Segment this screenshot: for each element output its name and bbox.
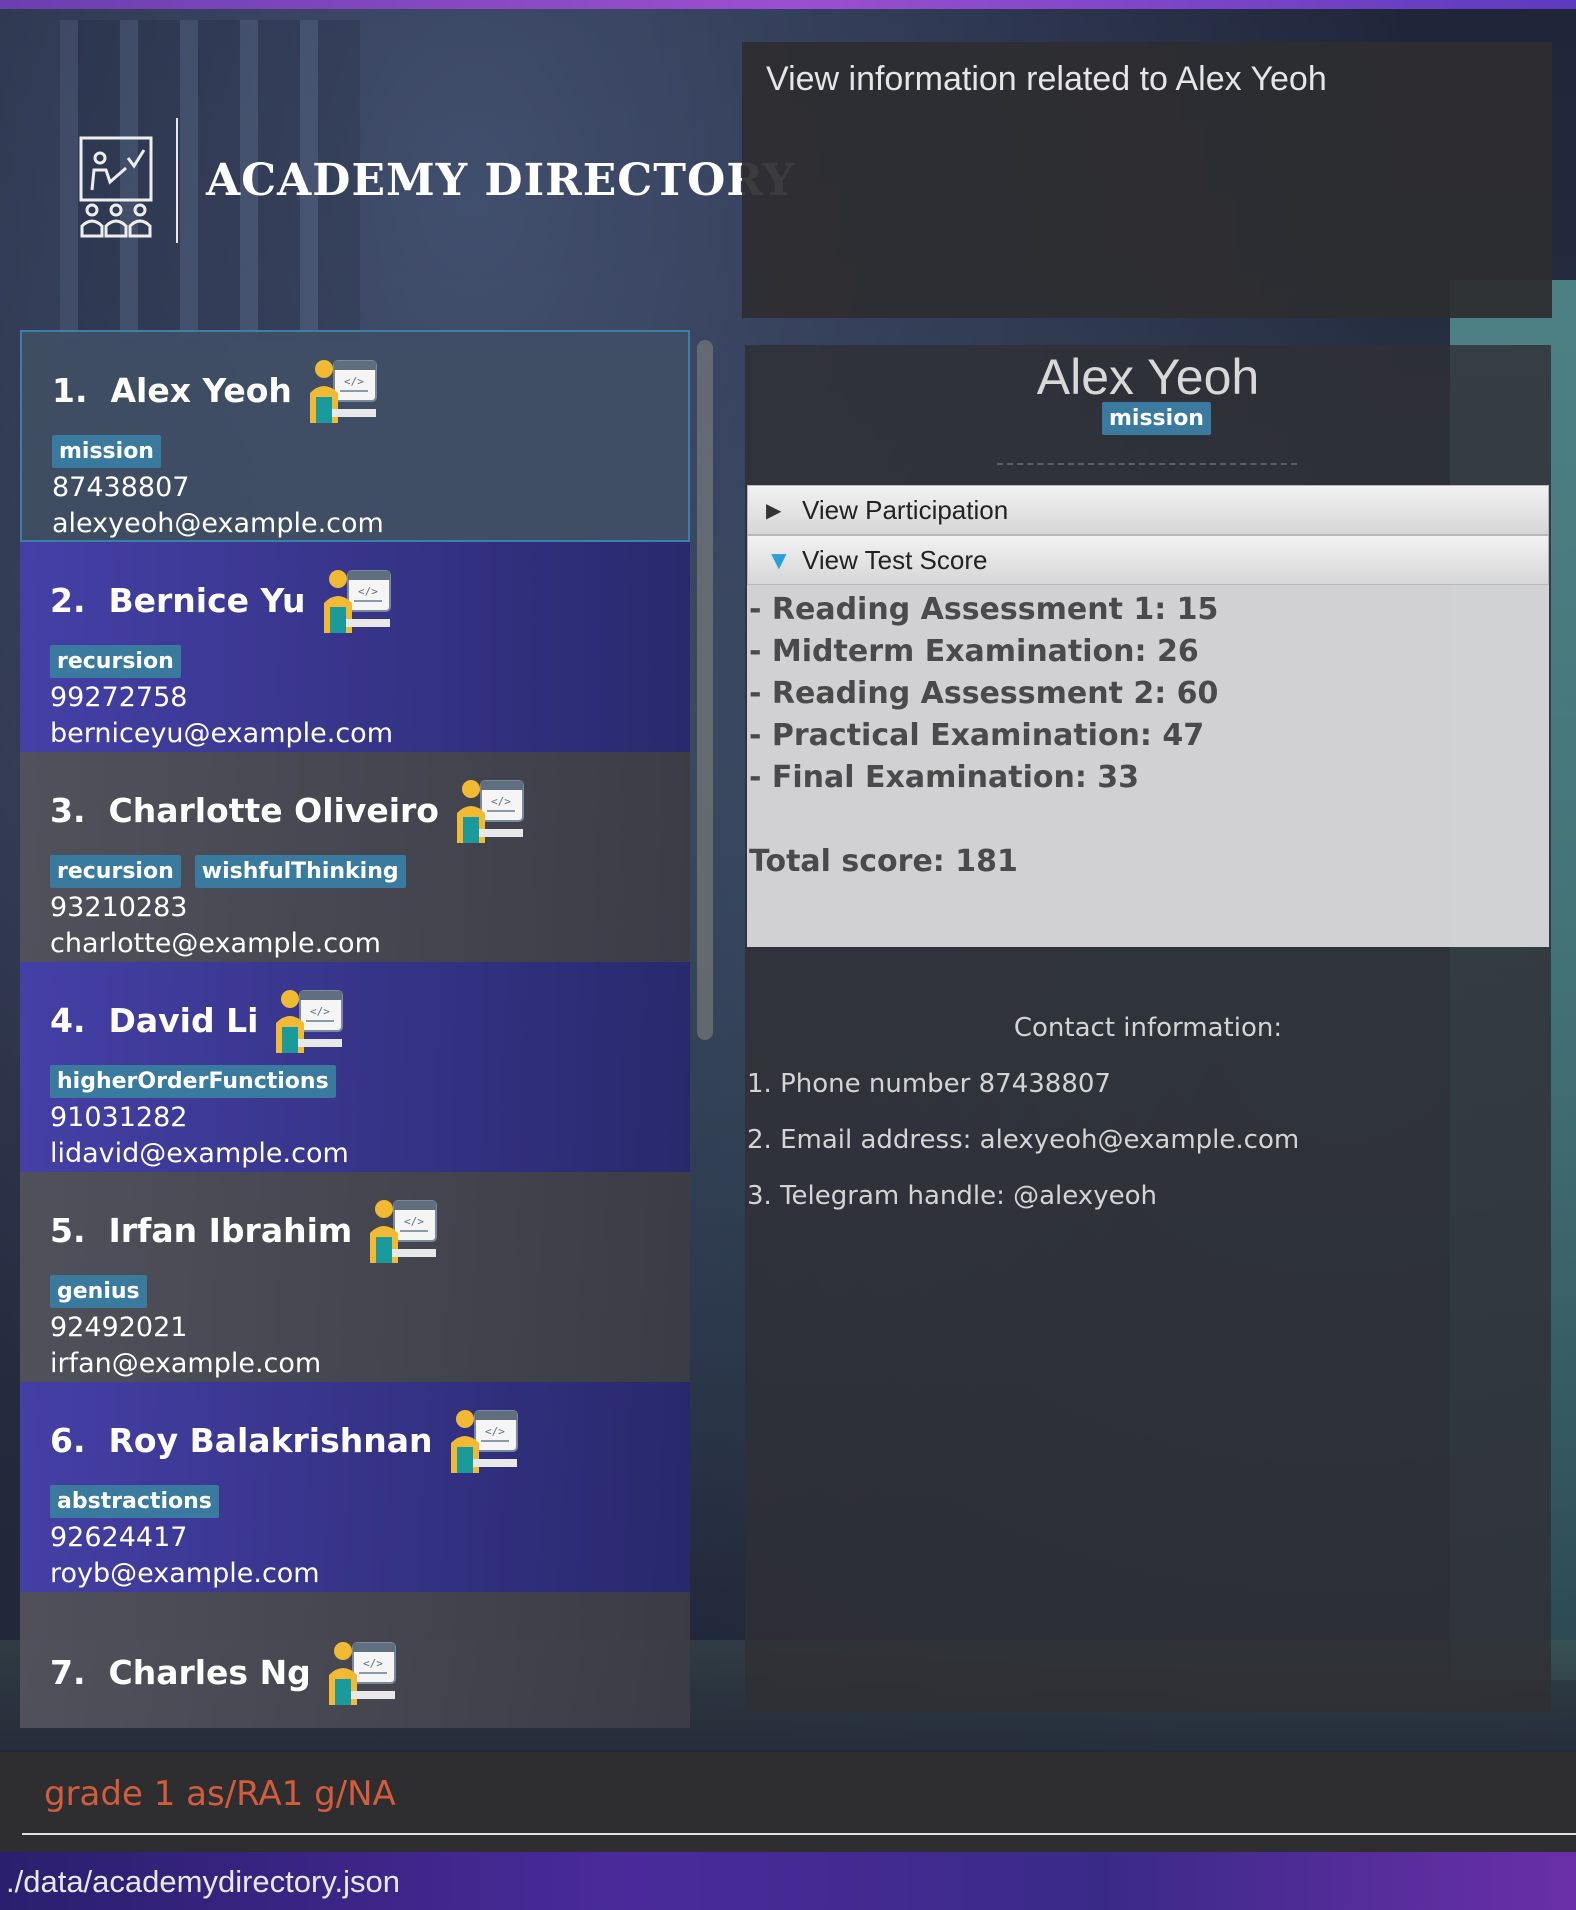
tag: recursion bbox=[50, 644, 181, 678]
view-test-score-label: View Test Score bbox=[802, 544, 988, 575]
window-top-accent bbox=[0, 0, 1576, 9]
person-name: 4. David Li bbox=[50, 1000, 259, 1040]
triangle-right-icon: ▶ bbox=[766, 499, 782, 522]
tag: wishfulThinking bbox=[194, 854, 406, 888]
detail-person-name: Alex Yeoh bbox=[1036, 349, 1260, 405]
tag: higherOrderFunctions bbox=[50, 1064, 336, 1098]
app-title: ACADEMY DIRECTORY bbox=[206, 155, 795, 206]
score-line: - Midterm Examination: 26 bbox=[749, 634, 1199, 669]
contact-phone: 1. Phone number 87438807 bbox=[747, 1069, 1111, 1099]
svg-text:</>: </> bbox=[404, 1215, 424, 1228]
person-phone: 93210283 bbox=[50, 892, 188, 923]
tag: mission bbox=[52, 434, 161, 468]
person-email: irfan@example.com bbox=[50, 1348, 322, 1379]
student-coder-icon: </> bbox=[306, 353, 380, 427]
person-card[interactable]: 5. Irfan Ibrahim </> genius 92492021 irf… bbox=[20, 1172, 690, 1382]
person-card[interactable]: 3. Charlotte Oliveiro </> recursion wishf… bbox=[20, 752, 690, 962]
teacher-logo-icon bbox=[78, 130, 156, 240]
person-name: 1. Alex Yeoh bbox=[52, 370, 292, 410]
score-line: - Reading Assessment 2: 60 bbox=[749, 676, 1219, 711]
score-line: - Practical Examination: 47 bbox=[749, 718, 1205, 753]
person-card[interactable]: 7. Charles Ng </> 90390421 bbox=[20, 1592, 690, 1728]
tag-list: mission bbox=[52, 432, 658, 470]
tag-list: abstractions bbox=[50, 1482, 660, 1520]
score-line: - Final Examination: 33 bbox=[749, 760, 1140, 795]
person-card[interactable]: 2. Bernice Yu </> recursion 99272758 ber… bbox=[20, 542, 690, 752]
student-coder-icon: </> bbox=[453, 773, 527, 847]
svg-text:</>: </> bbox=[310, 1005, 330, 1018]
person-phone: 91031282 bbox=[50, 1102, 188, 1133]
contact-title: Contact information: bbox=[1013, 1013, 1283, 1043]
detail-tag-list: mission bbox=[1102, 402, 1211, 435]
person-email: royb@example.com bbox=[50, 1558, 320, 1589]
person-phone: 99272758 bbox=[50, 682, 188, 713]
command-input[interactable] bbox=[22, 1755, 1576, 1835]
header-divider bbox=[176, 118, 178, 243]
person-name: 6. Roy Balakrishnan bbox=[50, 1420, 433, 1460]
student-coder-icon: </> bbox=[320, 563, 394, 637]
student-coder-icon: </> bbox=[366, 1193, 440, 1267]
person-phone: 92492021 bbox=[50, 1312, 188, 1343]
detail-accordion: ▶ View Participation ▼ View Test Score -… bbox=[747, 485, 1549, 947]
student-coder-icon: </> bbox=[325, 1635, 399, 1709]
tag: genius bbox=[50, 1274, 147, 1308]
person-card[interactable]: 4. David Li </> higherOrderFunctions 910… bbox=[20, 962, 690, 1172]
svg-text:</>: </> bbox=[358, 585, 378, 598]
person-phone: 90390421 bbox=[50, 1722, 660, 1728]
status-file-path: ./data/academydirectory.json bbox=[6, 1864, 401, 1899]
person-email: alexyeoh@example.com bbox=[52, 508, 384, 539]
svg-text:</>: </> bbox=[344, 375, 364, 388]
tag-list: recursion wishfulThinking bbox=[50, 852, 660, 890]
result-display[interactable]: View information related to Alex Yeoh bbox=[742, 42, 1552, 318]
person-email: lidavid@example.com bbox=[50, 1138, 349, 1169]
view-participation-toggle[interactable]: ▶ View Participation bbox=[747, 485, 1549, 535]
person-name: 5. Irfan Ibrahim bbox=[50, 1210, 353, 1250]
person-phone: 87438807 bbox=[52, 472, 190, 503]
person-detail-panel: Alex Yeoh mission ▶ View Participation ▼… bbox=[745, 345, 1551, 1712]
result-text: View information related to Alex Yeoh bbox=[766, 60, 1327, 98]
student-coder-icon: </> bbox=[272, 983, 346, 1057]
view-participation-label: View Participation bbox=[802, 494, 1009, 525]
triangle-down-icon: ▼ bbox=[766, 544, 792, 575]
list-scrollbar[interactable] bbox=[697, 340, 713, 1040]
total-score: Total score: 181 bbox=[749, 844, 1018, 879]
svg-text:</>: </> bbox=[363, 1657, 383, 1670]
tag-list: genius bbox=[50, 1272, 660, 1310]
tag: recursion bbox=[50, 854, 181, 888]
person-card[interactable]: 6. Roy Balakrishnan </> abstractions 926… bbox=[20, 1382, 690, 1592]
person-list[interactable]: 1. Alex Yeoh </> mission 87438807 alexye… bbox=[20, 330, 690, 1728]
test-score-content: - Reading Assessment 1: 15 - Midterm Exa… bbox=[747, 585, 1549, 947]
person-name: 2. Bernice Yu bbox=[50, 580, 306, 620]
svg-text:</>: </> bbox=[485, 1425, 505, 1438]
tag-list: higherOrderFunctions bbox=[50, 1062, 660, 1100]
person-name: 3. Charlotte Oliveiro bbox=[50, 790, 439, 830]
contact-email: 2. Email address: alexyeoh@example.com bbox=[747, 1125, 1300, 1155]
score-line: - Reading Assessment 1: 15 bbox=[749, 592, 1219, 627]
view-test-score-toggle[interactable]: ▼ View Test Score bbox=[747, 535, 1549, 585]
tag-list: recursion bbox=[50, 642, 660, 680]
student-coder-icon: </> bbox=[447, 1403, 521, 1477]
svg-text:</>: </> bbox=[491, 795, 511, 808]
person-email: charlotte@example.com bbox=[50, 928, 381, 959]
person-phone: 92624417 bbox=[50, 1522, 188, 1553]
person-email: berniceyu@example.com bbox=[50, 718, 393, 749]
tag: mission bbox=[1102, 402, 1211, 435]
tag: abstractions bbox=[50, 1484, 219, 1518]
person-card[interactable]: 1. Alex Yeoh </> mission 87438807 alexye… bbox=[20, 330, 690, 542]
person-name: 7. Charles Ng bbox=[50, 1652, 311, 1692]
detail-divider bbox=[997, 463, 1297, 465]
contact-telegram: 3. Telegram handle: @alexyeoh bbox=[747, 1181, 1157, 1211]
